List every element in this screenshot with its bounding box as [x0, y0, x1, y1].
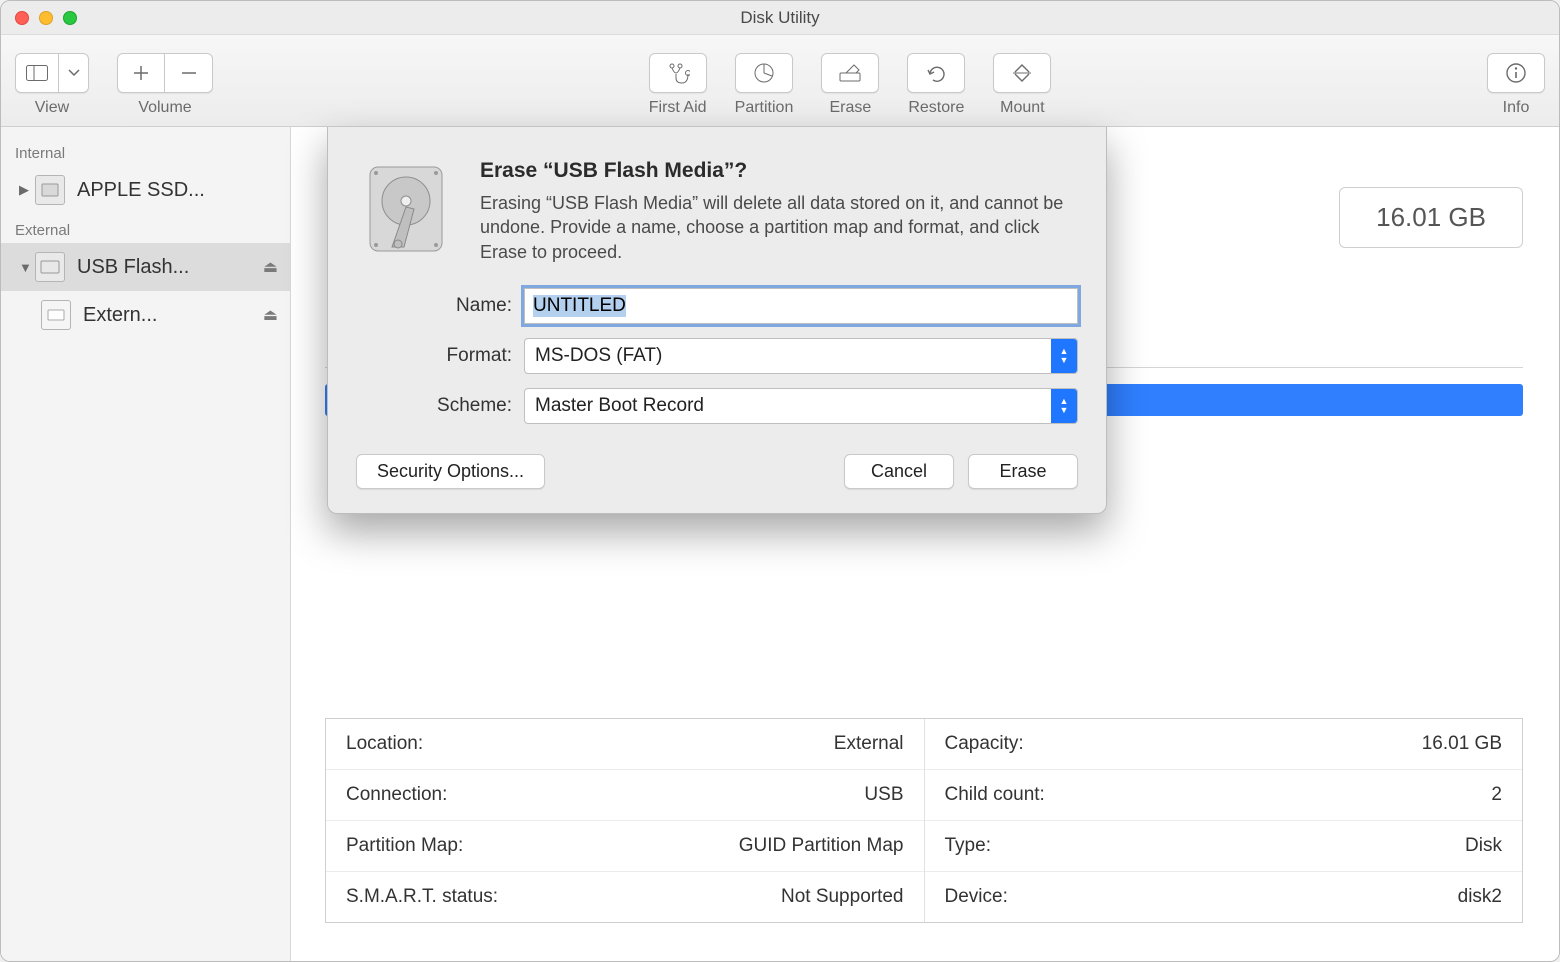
external-disk-icon — [35, 252, 65, 282]
sidebar-section-external: External — [1, 214, 290, 243]
plus-icon — [133, 65, 149, 81]
view-sidebar-button[interactable] — [15, 53, 59, 93]
scheme-select[interactable]: Master Boot Record ▲▼ — [524, 388, 1078, 424]
updown-arrows-icon: ▲▼ — [1051, 339, 1077, 373]
volume-icon — [41, 300, 71, 330]
titlebar: Disk Utility — [1, 1, 1559, 35]
chevron-down-icon — [68, 69, 80, 77]
sidebar-item-usb-flash[interactable]: ▼ USB Flash... ⏏ — [1, 243, 290, 291]
partition-button[interactable] — [735, 53, 793, 93]
detail-row-location: Location:External — [326, 719, 924, 770]
first-aid-button[interactable] — [649, 53, 707, 93]
erase-confirm-button[interactable]: Erase — [968, 454, 1078, 489]
sidebar: Internal ▶ APPLE SSD... External ▼ USB F… — [1, 127, 291, 962]
sidebar-item-external-volume[interactable]: Extern... ⏏ — [1, 291, 290, 339]
internal-disk-icon — [35, 175, 65, 205]
info-button[interactable] — [1487, 53, 1545, 93]
format-label: Format: — [356, 345, 524, 367]
volume-label: Volume — [138, 99, 191, 117]
format-value: MS-DOS (FAT) — [525, 345, 1051, 367]
updown-arrows-icon: ▲▼ — [1051, 389, 1077, 423]
minus-icon — [181, 65, 197, 81]
sidebar-item-label: USB Flash... — [77, 256, 189, 279]
restore-button[interactable] — [907, 53, 965, 93]
detail-row-type: Type:Disk — [925, 821, 1523, 872]
stethoscope-icon — [666, 62, 690, 84]
scheme-label: Scheme: — [356, 395, 524, 417]
sheet-description: Erasing “USB Flash Media” will delete al… — [480, 191, 1078, 264]
pie-icon — [753, 62, 775, 84]
mount-icon — [1011, 62, 1033, 84]
window-title: Disk Utility — [1, 8, 1559, 28]
disclosure-triangle-icon[interactable]: ▼ — [19, 260, 33, 275]
eject-icon[interactable]: ⏏ — [263, 305, 278, 325]
sheet-title: Erase “USB Flash Media”? — [480, 159, 1078, 183]
erase-button[interactable] — [821, 53, 879, 93]
mount-button[interactable] — [993, 53, 1051, 93]
sidebar-section-internal: Internal — [1, 137, 290, 166]
info-icon — [1505, 62, 1527, 84]
detail-row-smart: S.M.A.R.T. status:Not Supported — [326, 872, 924, 922]
erase-icon — [838, 63, 862, 83]
sidebar-item-label: APPLE SSD... — [77, 179, 205, 202]
add-volume-button[interactable] — [117, 53, 165, 93]
info-label: Info — [1503, 99, 1530, 117]
sidebar-icon — [26, 65, 48, 81]
scheme-value: Master Boot Record — [525, 395, 1051, 417]
detail-row-partition-map: Partition Map:GUID Partition Map — [326, 821, 924, 872]
name-input[interactable] — [524, 288, 1078, 324]
partition-label: Partition — [735, 99, 794, 117]
detail-row-capacity: Capacity:16.01 GB — [925, 719, 1523, 770]
format-select[interactable]: MS-DOS (FAT) ▲▼ — [524, 338, 1078, 374]
erase-label: Erase — [829, 99, 871, 117]
remove-volume-button[interactable] — [165, 53, 213, 93]
disk-utility-window: Disk Utility View Vol — [0, 0, 1560, 962]
first-aid-label: First Aid — [649, 99, 707, 117]
security-options-button[interactable]: Security Options... — [356, 454, 545, 489]
cancel-button[interactable]: Cancel — [844, 454, 954, 489]
view-options-button[interactable] — [59, 53, 89, 93]
eject-icon[interactable]: ⏏ — [263, 257, 278, 277]
sidebar-item-apple-ssd[interactable]: ▶ APPLE SSD... — [1, 166, 290, 214]
view-label: View — [35, 99, 69, 117]
erase-sheet: Erase “USB Flash Media”? Erasing “USB Fl… — [327, 127, 1107, 514]
mount-label: Mount — [1000, 99, 1044, 117]
hard-drive-icon — [356, 159, 456, 259]
restore-label: Restore — [908, 99, 964, 117]
disclosure-triangle-icon[interactable]: ▶ — [19, 182, 33, 198]
name-label: Name: — [356, 295, 524, 317]
toolbar: View Volume First Aid Par — [1, 35, 1559, 127]
detail-row-device: Device:disk2 — [925, 872, 1523, 922]
details-table: Location:External Connection:USB Partiti… — [325, 718, 1523, 923]
detail-row-child-count: Child count:2 — [925, 770, 1523, 821]
capacity-badge: 16.01 GB — [1339, 187, 1523, 248]
sidebar-item-label: Extern... — [83, 304, 157, 327]
undo-icon — [925, 62, 947, 84]
detail-row-connection: Connection:USB — [326, 770, 924, 821]
